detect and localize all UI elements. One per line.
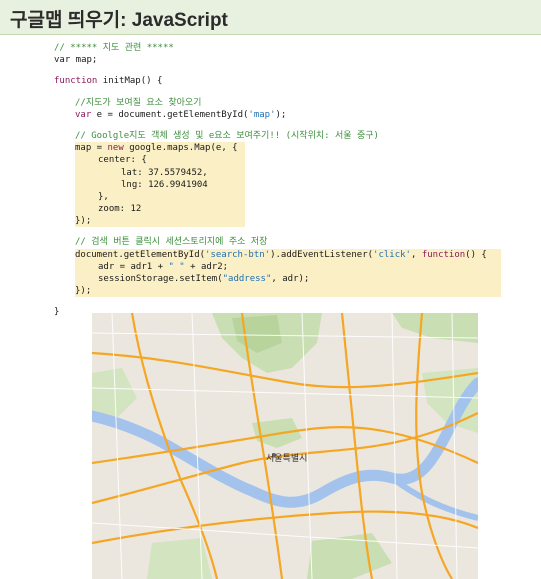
map-assign: map = xyxy=(75,143,108,154)
code-center-open: center: { xyxy=(98,155,147,166)
code-center-close: }, xyxy=(98,191,109,202)
session-part-a: sessionStorage.setItem( xyxy=(98,274,223,284)
code-block: // ***** 지도 관련 ***** var map; function i… xyxy=(54,42,514,319)
code-comment-search: // 검색 버튼 클릭시 세션스토리지에 주소 저장 xyxy=(75,237,268,248)
close-paren: ); xyxy=(275,109,287,120)
highlight-listener-block: document.getElementById('search-btn').ad… xyxy=(75,248,501,298)
code-comment-create: // Goolgle지도 객체 생성 및 e요소 보여주기!! (시작위치: 서… xyxy=(75,130,379,141)
map-id-string: 'map' xyxy=(248,109,276,120)
code-listener: document.getElementById('search-btn').ad… xyxy=(75,249,501,261)
google-map[interactable]: 서울특별시 xyxy=(92,313,478,579)
function-keyword: function xyxy=(54,76,98,87)
code-function-decl: function initMap() { xyxy=(54,75,514,87)
new-keyword: new xyxy=(107,143,124,154)
session-part-b: , adr); xyxy=(271,274,310,284)
title-bar: 구글맵 띄우기: JavaScript xyxy=(0,0,541,35)
code-session: sessionStorage.setItem("address", adr); xyxy=(75,273,501,285)
map-constructor: google.maps.Map(e, { xyxy=(123,143,238,154)
listener-function-keyword: function xyxy=(421,249,466,260)
listener-part-a: document.getElementById( xyxy=(75,249,206,260)
click-string: 'click' xyxy=(373,249,411,260)
code-map-close: }); xyxy=(75,216,92,227)
code-map-assign: map = new google.maps.Map(e, { xyxy=(75,142,245,154)
code-comment-find: //지도가 보여질 요소 찾아오기 xyxy=(75,97,202,108)
code-lng: lng: 126.9941904 xyxy=(121,179,208,190)
listener-part-c: , xyxy=(410,249,422,260)
code-lat: lat: 37.5579452, xyxy=(121,167,208,178)
city-label: 서울특별시 xyxy=(266,453,307,463)
search-btn-string: 'search-btn' xyxy=(205,249,271,260)
highlight-map-block: map = new google.maps.Map(e, { center: {… xyxy=(75,142,245,228)
function-signature: initMap() { xyxy=(97,76,163,87)
adr-part-a: adr = adr1 + xyxy=(98,261,169,272)
listener-part-b: ).addEventListener( xyxy=(270,249,374,260)
var-keyword: var xyxy=(75,109,92,120)
code-var-map: var map; xyxy=(54,55,98,66)
code-adr: adr = adr1 + " " + adr2; xyxy=(75,261,501,273)
adr-part-b: + adr2; xyxy=(184,261,229,272)
space-string: " " xyxy=(168,261,185,272)
map-canvas: 서울특별시 xyxy=(92,313,478,579)
address-string: "address" xyxy=(222,274,272,284)
page-title: 구글맵 띄우기: JavaScript xyxy=(10,10,228,31)
var-e-expression: e = document.getElementById( xyxy=(91,109,249,120)
code-comment-header: // ***** 지도 관련 ***** xyxy=(54,43,174,53)
code-listener-close: }); xyxy=(75,286,92,297)
code-var-e: var e = document.getElementById('map'); xyxy=(54,109,514,121)
code-zoom: zoom: 12 xyxy=(98,204,142,215)
listener-part-d: () { xyxy=(465,249,487,260)
